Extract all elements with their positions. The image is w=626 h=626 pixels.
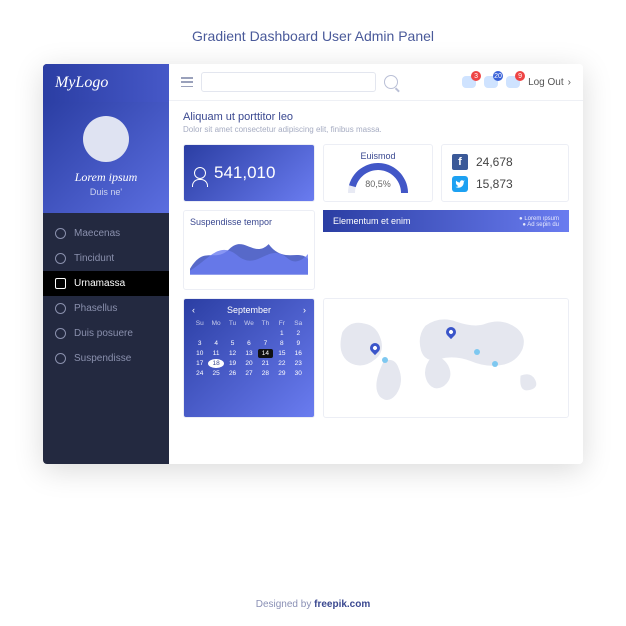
nav-label: Suspendisse — [74, 353, 131, 364]
facebook-icon: f — [452, 154, 468, 170]
circle-icon — [55, 303, 66, 314]
circle-icon — [55, 253, 66, 264]
nav-item-duis posuere[interactable]: Duis posuere — [43, 321, 169, 346]
twitter-row: 15,873 — [452, 176, 558, 192]
calendar-month: September — [227, 305, 271, 315]
search-input[interactable] — [201, 72, 376, 92]
grid-icon — [55, 278, 66, 289]
topbar: 3 20 9 Log Out › — [169, 64, 583, 101]
nav-label: Duis posuere — [74, 328, 133, 339]
content-area: Aliquam ut porttitor leo Dolor sit amet … — [169, 101, 583, 464]
nav-item-maecenas[interactable]: Maecenas — [43, 221, 169, 246]
nav-label: Urnamassa — [74, 278, 125, 289]
stat-card: 541,010 — [183, 144, 315, 202]
circle-icon — [55, 328, 66, 339]
attribution: Designed by freepik.com — [240, 583, 387, 626]
nav-item-phasellus[interactable]: Phasellus — [43, 296, 169, 321]
social-card: f 24,678 15,873 — [441, 144, 569, 202]
search-icon[interactable] — [384, 75, 398, 89]
calendar-card: ‹ September › SuMoTuWeThFrSa123456789101… — [183, 298, 315, 418]
logo: MyLogo — [43, 64, 169, 102]
app-window: MyLogo Lorem ipsum Duis ne' Maecenas Tinc… — [43, 64, 583, 464]
notif-icon-3[interactable]: 9 — [506, 76, 520, 88]
map-header: Elementum et enim ● Lorem ipsum ● Ad sep… — [323, 210, 569, 232]
calendar-grid[interactable]: SuMoTuWeThFrSa12345678910111213141516171… — [192, 319, 306, 381]
page-title: Gradient Dashboard User Admin Panel — [192, 28, 434, 44]
nav-item-urnamassa[interactable]: Urnamassa — [43, 271, 169, 296]
content-subheading: Dolor sit amet consectetur adipiscing el… — [183, 125, 569, 134]
twitter-icon — [452, 176, 468, 192]
facebook-count: 24,678 — [476, 155, 513, 169]
notif-icon-2[interactable]: 20 — [484, 76, 498, 88]
area-chart-card: Suspendisse tempor — [183, 210, 315, 290]
map-legend: ● Lorem ipsum ● Ad sepin du — [519, 216, 559, 228]
map-card — [323, 298, 569, 418]
doc-icon — [55, 353, 66, 364]
profile-card: Lorem ipsum Duis ne' — [43, 102, 169, 213]
area-chart — [190, 229, 308, 275]
map-title: Elementum et enim — [333, 216, 411, 226]
nav-list: Maecenas Tincidunt Urnamassa Phasellus Duis … — [43, 213, 169, 379]
profile-subtitle: Duis ne' — [51, 187, 161, 197]
cal-prev[interactable]: ‹ — [192, 305, 195, 315]
clock-icon — [55, 228, 66, 239]
content-heading: Aliquam ut porttitor leo — [183, 111, 569, 123]
avatar[interactable] — [83, 116, 129, 162]
map-dot-3 — [492, 361, 498, 367]
gauge-percent: 80,5% — [348, 179, 408, 189]
badge-1: 3 — [471, 71, 481, 81]
area-chart-title: Suspendisse tempor — [190, 217, 308, 227]
notif-icon-1[interactable]: 3 — [462, 76, 476, 88]
profile-name: Lorem ipsum — [51, 170, 161, 185]
twitter-count: 15,873 — [476, 177, 513, 191]
gauge-card: Euismod 80,5% — [323, 144, 433, 202]
sidebar: MyLogo Lorem ipsum Duis ne' Maecenas Tinc… — [43, 64, 169, 464]
nav-item-suspendisse[interactable]: Suspendisse — [43, 346, 169, 371]
notification-icons: 3 20 9 — [462, 76, 520, 88]
nav-item-tincidunt[interactable]: Tincidunt — [43, 246, 169, 271]
map-dot-2 — [474, 349, 480, 355]
cards-grid: 541,010 Euismod 80,5% f 24,678 — [183, 144, 569, 418]
gauge-title: Euismod — [360, 151, 395, 161]
cal-next[interactable]: › — [303, 305, 306, 315]
stat-value: 541,010 — [214, 163, 275, 183]
badge-3: 9 — [515, 71, 525, 81]
nav-label: Maecenas — [74, 228, 120, 239]
chevron-right-icon: › — [568, 77, 571, 88]
nav-label: Phasellus — [74, 303, 117, 314]
logout-label: Log Out — [528, 77, 564, 88]
main-panel: 3 20 9 Log Out › Aliquam ut porttitor le… — [169, 64, 583, 464]
menu-icon[interactable] — [181, 77, 193, 87]
world-map — [332, 307, 560, 409]
logout-button[interactable]: Log Out › — [528, 77, 571, 88]
gauge-chart: 80,5% — [348, 163, 408, 193]
map-dot-1 — [382, 357, 388, 363]
user-icon — [194, 167, 206, 179]
facebook-row: f 24,678 — [452, 154, 558, 170]
nav-label: Tincidunt — [74, 253, 114, 264]
badge-2: 20 — [493, 71, 503, 81]
